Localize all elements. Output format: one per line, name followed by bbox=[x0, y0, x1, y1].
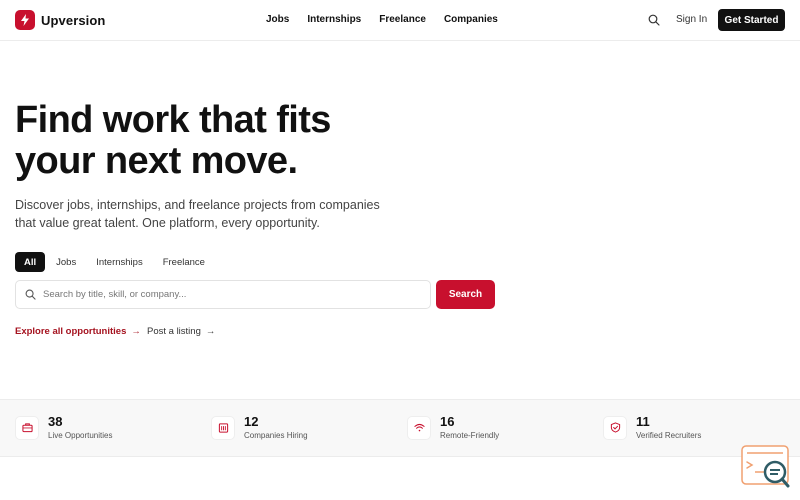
tab-freelance[interactable]: Freelance bbox=[154, 252, 214, 272]
stat-value: 16 bbox=[440, 414, 455, 429]
explore-all-link[interactable]: Explore all opportunities → bbox=[15, 326, 141, 337]
nav-link-jobs[interactable]: Jobs bbox=[266, 14, 289, 25]
lightning-bolt-icon bbox=[15, 10, 35, 30]
search-field[interactable] bbox=[15, 280, 431, 309]
brand-name: Upversion bbox=[41, 12, 106, 28]
stat-companies-hiring: 12 Companies Hiring bbox=[211, 414, 308, 441]
stat-label: Live Opportunities bbox=[48, 431, 113, 440]
search-input[interactable] bbox=[43, 289, 413, 300]
search-icon bbox=[648, 14, 660, 26]
stat-remote-friendly: 16 Remote-Friendly bbox=[407, 414, 499, 441]
stat-verified-recruiters: 11 Verified Recruiters bbox=[603, 414, 701, 441]
main-nav: Jobs Internships Freelance Companies bbox=[266, 14, 516, 25]
get-started-button[interactable]: Get Started bbox=[718, 9, 785, 31]
hero-subtitle-line-2: that value great talent. One platform, e… bbox=[15, 216, 320, 230]
search-document-icon bbox=[741, 445, 790, 488]
search-icon bbox=[25, 289, 36, 300]
floating-assistant-widget[interactable] bbox=[741, 445, 791, 489]
stat-label: Remote-Friendly bbox=[440, 431, 500, 440]
nav-link-companies[interactable]: Companies bbox=[444, 14, 498, 25]
stats-bar: 38 Live Opportunities 12 Companies Hirin… bbox=[0, 399, 800, 457]
sign-in-link[interactable]: Sign In bbox=[676, 14, 707, 25]
header-search-button[interactable] bbox=[646, 12, 662, 28]
arrow-right-icon: → bbox=[205, 326, 216, 337]
hero-subtitle-line-1: Discover jobs, internships, and freelanc… bbox=[15, 198, 380, 212]
stat-label: Companies Hiring bbox=[244, 431, 308, 440]
tab-all[interactable]: All bbox=[15, 252, 46, 272]
search-button[interactable]: Search bbox=[436, 280, 495, 309]
stat-value: 38 bbox=[48, 414, 63, 429]
tab-jobs[interactable]: Jobs bbox=[47, 252, 85, 272]
nav-link-internships[interactable]: Internships bbox=[307, 14, 361, 25]
hero-title-line-2: your next move. bbox=[15, 140, 298, 182]
top-navigation-bar: Upversion Jobs Internships Freelance Com… bbox=[0, 0, 800, 41]
brand-logo[interactable]: Upversion bbox=[15, 10, 105, 30]
hero-title-line-1: Find work that fits bbox=[15, 99, 331, 141]
building-icon bbox=[211, 415, 235, 440]
hero-subtitle: Discover jobs, internships, and freelanc… bbox=[15, 196, 395, 232]
shield-check-icon bbox=[603, 415, 627, 440]
arrow-right-icon: → bbox=[131, 326, 141, 337]
opportunity-type-tabs: All Jobs Internships Freelance bbox=[15, 252, 216, 272]
stat-live-opportunities: 38 Live Opportunities bbox=[15, 414, 112, 441]
post-listing-link[interactable]: Post a listing → bbox=[147, 326, 215, 337]
hero-title: Find work that fits your next move. bbox=[15, 100, 331, 182]
stat-value: 12 bbox=[244, 414, 259, 429]
explore-all-label: Explore all opportunities bbox=[15, 326, 127, 337]
briefcase-icon bbox=[15, 415, 39, 440]
wifi-icon bbox=[407, 415, 431, 440]
nav-link-freelance[interactable]: Freelance bbox=[379, 14, 426, 25]
stat-label: Verified Recruiters bbox=[636, 431, 702, 440]
stat-value: 11 bbox=[636, 414, 650, 429]
post-listing-label: Post a listing bbox=[147, 326, 201, 337]
tab-internships[interactable]: Internships bbox=[87, 252, 151, 272]
